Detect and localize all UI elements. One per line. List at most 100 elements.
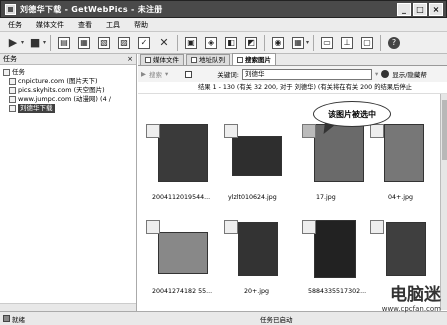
chevron-down-icon[interactable]: ▾ [306,39,309,46]
close-button[interactable]: × [429,3,443,16]
task-tree: 任务 cnpicture.com (图片天下) pics.skyhits.com… [0,65,136,113]
thumbnail-item[interactable]: 20041274182 55... [146,220,216,300]
scrollbar-thumb[interactable] [442,100,447,160]
tab-search-images[interactable]: 搜索图片 [232,53,276,65]
horizontal-scrollbar[interactable] [0,303,136,311]
photo-thumbnail[interactable] [384,124,424,182]
toolbar-separator [264,34,266,51]
photo-thumbnail[interactable] [158,124,208,182]
photo-thumbnail[interactable] [314,220,356,278]
window-icon: ▢ [361,36,374,49]
thumbnail-checkbox[interactable] [146,220,160,234]
thumbnail-checkbox[interactable] [146,124,160,138]
thumbnail-item[interactable]: 20+.jpg [224,220,294,300]
app-icon [5,3,16,15]
thumbnail-checkbox[interactable] [302,220,316,234]
tab-address-queue[interactable]: 地址队列 [186,54,230,65]
toolbar-button-9[interactable]: ◩ [242,34,260,52]
toolbar-button-4[interactable]: ▨ [115,34,133,52]
tab-media-files[interactable]: 媒体文件 [140,54,184,65]
toolbar-button-6[interactable]: ▣ [182,34,200,52]
menu-media[interactable]: 媒体文件 [34,20,66,30]
toolbar-button-1[interactable]: ▤ [55,34,73,52]
help-button[interactable]: ? [385,34,403,52]
queue-icon [191,57,197,63]
minimize-button[interactable]: _ [397,3,411,16]
thumbnail-checkbox[interactable] [224,220,238,234]
thumbnail-caption: 04+.jpg [388,194,414,201]
page-icon [9,87,16,94]
thumbnail-checkbox[interactable] [370,220,384,234]
result-summary: 结果 1 - 130 (有关 32 200, 对于 刘德华) (有关将在有关 2… [138,82,447,94]
thumbnail-caption: 2004112019544... [152,194,211,201]
show-hide-help[interactable]: 显示/隐藏帮 [392,69,427,79]
delete-button[interactable]: ✕ [155,34,173,52]
menu-view[interactable]: 查看 [76,20,94,30]
chevron-down-icon[interactable]: ▾ [43,39,46,46]
thumbnail-item[interactable]: 04+.jpg [370,124,440,204]
thumbnail-item[interactable]: ylzlt010624.jpg [224,124,294,204]
toolbar-separator [177,34,179,51]
help-toggle-icon[interactable] [381,70,390,78]
toolbar-button-10[interactable]: ▭ [318,34,336,52]
media-icon [145,57,151,63]
vertical-scrollbar[interactable] [440,94,447,310]
grid-icon: ▦ [292,36,305,49]
photo-thumbnail[interactable] [386,222,426,276]
stop-icon: ■ [29,36,41,49]
toolbar-button-3[interactable]: ▧ [95,34,113,52]
tree-item[interactable]: cnpicture.com (图片天下) [3,77,136,86]
thumbnail-caption: 17.jpg [316,194,336,201]
search-icon [237,56,243,63]
stop-button[interactable]: ■ [26,34,44,52]
thumbnail-view-button[interactable]: ▦ [289,34,307,52]
image-icon: ◩ [245,36,258,49]
thumbnail-checkbox[interactable] [370,124,384,138]
image-icon: ◧ [225,36,238,49]
view-icon: ◉ [272,36,285,49]
tree-item-selected[interactable]: 刘德华下载 [3,104,136,113]
thumbnail-checkbox-checked[interactable] [302,124,316,138]
menu-task[interactable]: 任务 [6,20,24,30]
tree-item[interactable]: www.jumpc.com (动漫网) (4 / [3,95,136,104]
toolbar-separator [50,34,52,51]
toolbar-button-5[interactable]: ✓ [135,34,153,52]
tree-item-label: www.jumpc.com (动漫网) (4 / [18,95,111,103]
thumbnail-item-selected[interactable]: 17.jpg [302,124,372,204]
chevron-down-icon[interactable]: ▾ [165,70,168,78]
page-icon [9,96,16,103]
maximize-button[interactable]: □ [413,3,427,16]
close-icon[interactable]: × [127,54,133,65]
start-button[interactable]: ▶ [4,34,22,52]
tree-item[interactable]: pics.skyhits.com (天空图片) [3,86,136,95]
view-button[interactable]: ◉ [269,34,287,52]
tree-root[interactable]: 任务 [3,68,136,77]
toolbar-button-11[interactable]: ⊥ [338,34,356,52]
search-button[interactable]: 搜索 [149,69,162,79]
toolbar-button-2[interactable]: ▦ [75,34,93,52]
pin-icon: ⊥ [341,36,354,49]
thumbnail-checkbox[interactable] [224,124,238,138]
status-ready: 就绪 [12,315,25,324]
toolbar-separator [313,34,315,51]
status-task: 任务已启动 [260,315,293,324]
photo-thumbnail[interactable] [232,136,282,176]
delete-icon: ✕ [159,36,169,49]
photo-thumbnail[interactable] [238,222,278,276]
tree-item-label: pics.skyhits.com (天空图片) [18,86,105,94]
document-icon: ▧ [98,36,111,49]
photo-thumbnail[interactable] [158,232,208,274]
menu-tools[interactable]: 工具 [104,20,122,30]
watermark-text: 电脑迷 [390,285,441,305]
thumbnail-item[interactable]: 2004112019544... [146,124,216,204]
thumbnail-caption: ylzlt010624.jpg [228,194,277,201]
chevron-down-icon[interactable]: ▾ [21,39,24,46]
toolbar-button-12[interactable]: ▢ [358,34,376,52]
toolbar-button-7[interactable]: ◈ [202,34,220,52]
keyword-input[interactable]: 刘德华 [241,68,372,80]
menu-help[interactable]: 帮助 [132,20,150,30]
page-icon [9,78,16,85]
chevron-down-icon[interactable]: ▾ [375,70,378,78]
tree-root-label: 任务 [12,68,25,76]
toolbar-button-8[interactable]: ◧ [222,34,240,52]
